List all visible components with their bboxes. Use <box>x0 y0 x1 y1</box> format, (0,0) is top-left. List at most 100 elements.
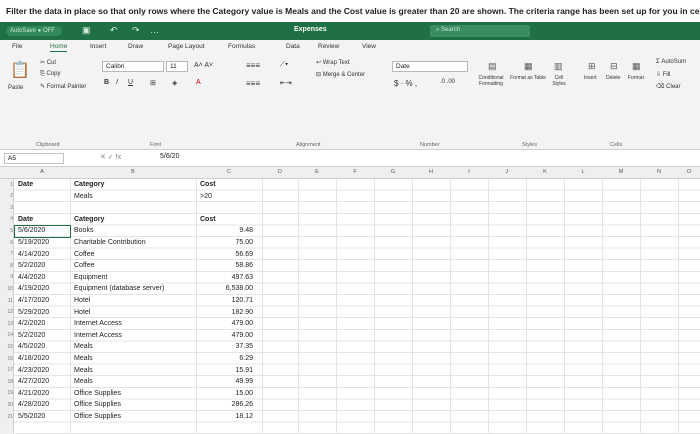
category-cell[interactable]: Charitable Contribution <box>74 239 146 246</box>
format-cells-icon[interactable]: ▦ <box>632 61 641 71</box>
category-cell[interactable]: Meals <box>74 367 93 374</box>
category-cell[interactable]: Meals <box>74 378 93 385</box>
column-header-k[interactable]: K <box>526 169 564 175</box>
cost-cell[interactable]: 286.26 <box>205 401 253 408</box>
cost-cell[interactable]: 56.69 <box>205 251 253 258</box>
active-cell-selection[interactable] <box>14 225 71 238</box>
cell-styles-button[interactable]: Cell Styles <box>548 75 570 87</box>
date-cell[interactable]: 5/19/2020 <box>18 239 49 246</box>
category-cell[interactable]: Office Supplies <box>74 401 121 408</box>
tab-draw[interactable]: Draw <box>128 43 143 50</box>
font-grow-shrink-icon[interactable]: A˄ A˅ <box>194 62 213 69</box>
cost-cell[interactable]: 6.29 <box>205 355 253 362</box>
column-header-m[interactable]: M <box>602 169 640 175</box>
row-header[interactable]: 19 <box>0 390 13 396</box>
name-box[interactable]: A5 <box>4 153 64 164</box>
criteria-header-cell[interactable]: Category <box>74 181 104 188</box>
delete-cells-icon[interactable]: ⊟ <box>610 61 618 71</box>
font-name-select[interactable]: Calibri <box>102 61 164 72</box>
row-header[interactable]: 7 <box>0 251 13 257</box>
underline-icon[interactable]: U <box>128 79 133 86</box>
category-cell[interactable]: Books <box>74 227 93 234</box>
row-header[interactable]: 5 <box>0 228 13 234</box>
row-header[interactable]: 13 <box>0 321 13 327</box>
delete-button[interactable]: Delete <box>606 75 620 81</box>
row-header[interactable]: 1 <box>0 182 13 188</box>
date-cell[interactable]: 4/4/2020 <box>18 274 45 281</box>
date-cell[interactable]: 5/2/2020 <box>18 262 45 269</box>
cost-cell[interactable]: 75.00 <box>205 239 253 246</box>
search-input[interactable]: ⌕ Search <box>430 25 530 37</box>
autosum-button[interactable]: Σ AutoSum <box>656 59 686 65</box>
category-cell[interactable]: Coffee <box>74 251 95 258</box>
row-header[interactable]: 12 <box>0 309 13 315</box>
conditional-formatting-icon[interactable]: ▤ <box>488 61 497 71</box>
clear-button[interactable]: ⌫ Clear <box>656 83 681 90</box>
category-cell[interactable]: Meals <box>74 343 93 350</box>
fill-button[interactable]: ⇩ Fill <box>656 71 670 78</box>
undo-icon[interactable]: ↶ <box>110 25 118 36</box>
column-header-d[interactable]: D <box>262 169 298 175</box>
borders-icon[interactable]: ⊞ <box>150 79 156 87</box>
italic-icon[interactable]: I <box>116 79 118 86</box>
date-cell[interactable]: 4/5/2020 <box>18 343 45 350</box>
category-cell[interactable]: Hotel <box>74 309 90 316</box>
cost-cell[interactable]: 37.35 <box>205 343 253 350</box>
cost-cell[interactable]: 479.00 <box>205 320 253 327</box>
cost-cell[interactable]: 18.12 <box>205 413 253 420</box>
row-header[interactable]: 10 <box>0 286 13 292</box>
paste-button[interactable]: Paste <box>8 85 23 91</box>
row-header[interactable]: 20 <box>0 402 13 408</box>
criteria-header-cell[interactable]: Cost <box>200 181 216 188</box>
wrap-text-button[interactable]: ↩ Wrap Text <box>316 59 350 66</box>
category-cell[interactable]: Office Supplies <box>74 413 121 420</box>
font-size-select[interactable]: 11 <box>166 61 188 72</box>
orientation-icon[interactable]: ⟋▾ <box>280 61 288 69</box>
format-button[interactable]: Format <box>628 75 644 81</box>
date-cell[interactable]: 4/21/2020 <box>18 390 49 397</box>
category-cell[interactable]: Equipment (database server) <box>74 285 164 292</box>
criteria-value-cell[interactable]: >20 <box>200 193 212 200</box>
column-header-h[interactable]: H <box>412 169 450 175</box>
cost-cell[interactable]: 49.99 <box>205 378 253 385</box>
font-color-icon[interactable]: A <box>196 79 201 86</box>
cost-cell[interactable]: 15.00 <box>205 390 253 397</box>
worksheet-grid[interactable]: 1 2 3 4 5 6 7 8 9 10 11 12 13 14 15 16 17 18 19 20 21 Date Ca… <box>0 179 700 434</box>
category-cell[interactable]: Hotel <box>74 297 90 304</box>
date-cell[interactable]: 4/28/2020 <box>18 401 49 408</box>
tab-insert[interactable]: Insert <box>90 43 106 50</box>
bold-icon[interactable]: B <box>104 79 109 86</box>
number-format-select[interactable]: Date <box>392 61 468 72</box>
column-header-i[interactable]: I <box>450 169 488 175</box>
category-cell[interactable]: Meals <box>74 355 93 362</box>
insert-cells-icon[interactable]: ⊞ <box>588 61 596 71</box>
column-header-j[interactable]: J <box>488 169 526 175</box>
fx-icon[interactable]: ✕ ✓ fx <box>100 153 121 161</box>
row-header[interactable]: 11 <box>0 298 13 304</box>
cut-button[interactable]: ✂ Cut <box>40 59 56 66</box>
conditional-formatting-button[interactable]: Conditional Formatting <box>474 75 508 87</box>
table-header-cell[interactable]: Date <box>18 216 33 223</box>
fill-color-icon[interactable]: ◈ <box>172 79 177 87</box>
formula-input[interactable]: 5/6/20 <box>160 153 179 160</box>
tab-file[interactable]: File <box>12 43 22 50</box>
row-header[interactable]: 8 <box>0 263 13 269</box>
date-cell[interactable]: 5/2/2020 <box>18 332 45 339</box>
row-header[interactable]: 14 <box>0 332 13 338</box>
cost-cell[interactable]: 9.48 <box>205 227 253 234</box>
category-cell[interactable]: Equipment <box>74 274 107 281</box>
cost-cell[interactable]: 182.90 <box>205 309 253 316</box>
redo-icon[interactable]: ↷ <box>132 25 140 36</box>
tab-home[interactable]: Home <box>50 43 68 52</box>
date-cell[interactable]: 5/5/2020 <box>18 413 45 420</box>
decimal-icon[interactable]: .0 .00 <box>440 79 455 85</box>
more-icon[interactable]: … <box>150 25 159 36</box>
format-painter-button[interactable]: ✎ Format Painter <box>40 83 86 90</box>
tab-view[interactable]: View <box>362 43 376 50</box>
category-cell[interactable]: Internet Access <box>74 332 122 339</box>
autosave-toggle[interactable]: AutoSave ● OFF <box>6 26 62 36</box>
currency-percent-icon[interactable]: $ · % , <box>394 79 417 88</box>
column-header-e[interactable]: E <box>298 169 336 175</box>
category-cell[interactable]: Coffee <box>74 262 95 269</box>
align-top-icon[interactable]: ≡≡≡ <box>246 61 260 70</box>
